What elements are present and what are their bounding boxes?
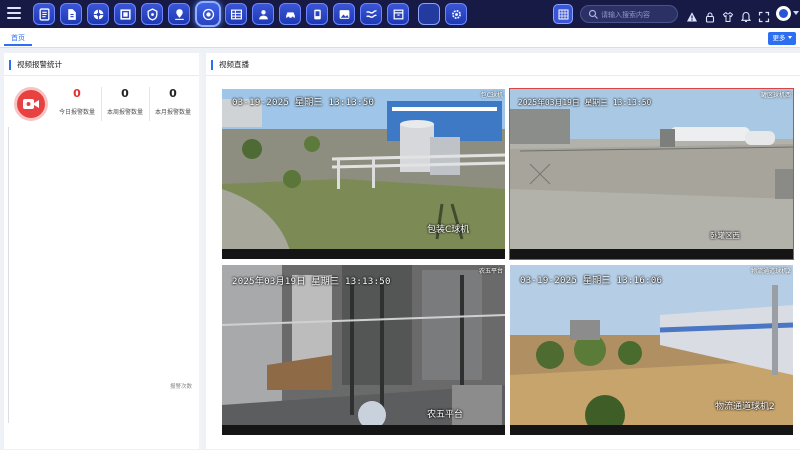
chevron-down-icon (787, 36, 792, 39)
stat-week: 0 本周报警数量 (102, 87, 148, 123)
network-icon[interactable] (87, 3, 109, 25)
feed-timestamp: 03-19-2025 星期三 13:13:50 (232, 98, 375, 108)
video-feed-1[interactable]: 03-19-2025 星期三 13:13:50 包C球机 包装C球机 (222, 89, 505, 259)
search-input[interactable] (601, 7, 675, 22)
live-video-panel: 视频直播 03-19-2025 星期三 13:13:50 包C球机 包装C球机 (206, 53, 800, 449)
hamburger-menu-icon[interactable] (7, 7, 21, 21)
file-icon[interactable] (60, 3, 82, 25)
divider (206, 75, 800, 76)
feed-camera-name: 包装C球机 (427, 225, 470, 235)
panel-title: 视频报警统计 (9, 60, 62, 70)
chart-axis-label: 报警次数 (170, 384, 193, 390)
stat-today-label: 今日报警数量 (58, 109, 95, 116)
feed-camera-tag: 农五平台 (478, 268, 503, 275)
feed-footer (510, 425, 793, 435)
image-icon[interactable] (333, 3, 355, 25)
chevron-down-icon[interactable] (793, 11, 799, 15)
stat-today: 0 今日报警数量 (54, 87, 100, 123)
stat-month-value: 0 (169, 87, 177, 100)
blank-icon[interactable] (418, 3, 440, 25)
user-avatar[interactable] (776, 6, 791, 21)
stat-week-label: 本周报警数量 (106, 109, 143, 116)
alarm-stats-panel: 视频报警统计 0 今日报警数量 0 本周报警数量 0 本月报警数量 报警次数 (4, 53, 202, 449)
divider (4, 75, 202, 76)
grid-view-icon[interactable] (553, 4, 573, 24)
more-button[interactable]: 更多 (768, 32, 796, 45)
feed-camera-name: 农五平台 (427, 410, 464, 420)
stat-month: 0 本月报警数量 (150, 87, 196, 123)
lock-icon[interactable] (704, 8, 716, 23)
warning-icon[interactable] (686, 8, 698, 22)
feed-camera-name: 卧罐区西 (710, 231, 740, 240)
top-navigation-bar (0, 0, 800, 28)
stat-month-label: 本月报警数量 (154, 109, 191, 116)
scrollbar[interactable] (199, 53, 202, 449)
bell-icon[interactable] (740, 8, 752, 23)
feed-timestamp: 2025年03月19日 星期三 13:13:50 (518, 98, 652, 107)
doc-icon[interactable] (33, 3, 55, 25)
fullscreen-icon[interactable] (758, 8, 770, 23)
feed-camera-tag: 包C球机 (480, 92, 503, 99)
shirt-icon[interactable] (722, 8, 734, 22)
stat-today-value: 0 (73, 87, 81, 100)
table-icon[interactable] (225, 3, 247, 25)
video-feed-2[interactable]: 2025年03月19日 星期三 13:13:50 罐区球机西 卧罐区西 (509, 88, 794, 260)
device-icon[interactable] (306, 3, 328, 25)
feed-camera-tag: 物流通道球机2 (751, 268, 791, 275)
video-alarm-icon (14, 87, 48, 121)
feed-timestamp: 03-19-2025 星期三 13:16:06 (520, 276, 663, 286)
video-feed-3[interactable]: 2025年03月19日 星期三 13:13:50 农五平台 农五平台 (222, 265, 505, 435)
alarm-chart-area (8, 127, 198, 423)
archive-icon[interactable] (387, 3, 409, 25)
feed-camera-name: 物流通道球机2 (715, 402, 775, 412)
more-button-label: 更多 (772, 34, 786, 42)
feed-footer (510, 249, 793, 259)
panel-title: 视频直播 (211, 60, 249, 70)
square-icon[interactable] (114, 3, 136, 25)
search-icon (588, 9, 598, 19)
settings-icon[interactable] (445, 3, 467, 25)
shield-icon[interactable] (141, 3, 163, 25)
users-icon[interactable] (252, 3, 274, 25)
car-icon[interactable] (279, 3, 301, 25)
search-box (580, 5, 678, 23)
feed-timestamp: 2025年03月19日 星期三 13:13:50 (232, 277, 391, 287)
flow-icon[interactable] (360, 3, 382, 25)
pin-icon[interactable] (168, 3, 190, 25)
stat-week-value: 0 (121, 87, 129, 100)
tab-strip: 首页 更多 (0, 28, 800, 48)
video-frame (510, 89, 793, 259)
camera-icon[interactable] (195, 1, 221, 27)
feed-camera-tag: 罐区球机西 (760, 92, 791, 99)
video-feed-4[interactable]: 03-19-2025 星期三 13:16:06 物流通道球机2 物流通道球机2 (510, 265, 793, 435)
tab-home[interactable]: 首页 (4, 31, 32, 46)
feed-footer (222, 249, 505, 259)
feed-footer (222, 425, 505, 435)
